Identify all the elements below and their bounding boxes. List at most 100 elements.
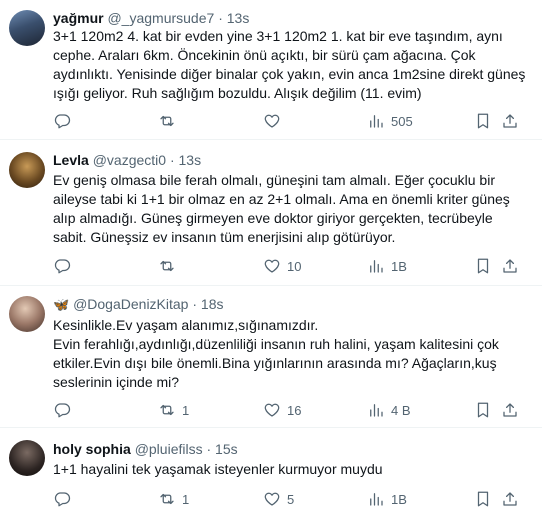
views-count: 4 B	[391, 402, 411, 418]
action-bar: 1 16 4 B	[53, 400, 525, 420]
like-button[interactable]	[263, 111, 287, 131]
tweet-line: 1+1 hayalini tek yaşamak isteyenler kurm…	[53, 461, 383, 477]
retweet-button[interactable]: 1	[158, 489, 189, 509]
reply-button[interactable]	[53, 111, 77, 131]
tweet[interactable]: 🦋 @DogaDenizKitap · 18s Kesinlikle.Ev ya…	[0, 286, 542, 428]
action-bar: 10 1B	[53, 256, 525, 276]
tweet-header: yağmur @_yagmursude7 · 13s	[53, 9, 249, 27]
tweet-text: 3+1 120m2 4. kat bir evden yine 3+1 120m…	[53, 27, 528, 103]
avatar[interactable]	[9, 152, 45, 188]
like-button[interactable]: 5	[263, 489, 294, 509]
separator: ·	[192, 296, 198, 312]
like-count: 10	[287, 258, 302, 274]
reply-button[interactable]	[53, 256, 77, 276]
views-count: 505	[391, 113, 413, 129]
like-count: 16	[287, 402, 302, 418]
views-icon	[370, 115, 383, 128]
share-icon	[503, 403, 517, 417]
timestamp[interactable]: 15s	[215, 441, 238, 457]
retweet-button[interactable]: 1	[158, 400, 189, 420]
retweet-button[interactable]	[158, 256, 182, 276]
action-bar: 1 5 1B	[53, 489, 525, 509]
tweet-line: ışığı geliyor. Ruh sağlığım bozuldu. Alı…	[53, 85, 422, 101]
views-button[interactable]: 4 B	[367, 400, 411, 420]
share-icon	[503, 259, 517, 273]
retweet-icon	[160, 493, 174, 505]
reply-icon	[54, 114, 71, 129]
butterfly-icon: 🦋	[53, 297, 70, 312]
retweet-button[interactable]	[158, 111, 182, 131]
views-button[interactable]: 1B	[367, 256, 407, 276]
heart-icon	[264, 259, 280, 273]
tweet-header: Levla @vazgecti0 · 13s	[53, 151, 201, 169]
share-button[interactable]	[501, 489, 519, 509]
tweet-header: holy sophia @pluiefilss · 15s	[53, 440, 238, 458]
tweet[interactable]: Levla @vazgecti0 · 13s Ev geniş olmasa b…	[0, 140, 542, 286]
avatar[interactable]	[9, 10, 45, 46]
reply-icon	[54, 403, 71, 418]
tweet-line: aydınlıktı. Yenisinde diğer binalar çok …	[53, 66, 526, 82]
tweet-text: Kesinlikle.Ev yaşam alanımız,sığınamızdı…	[53, 316, 528, 392]
retweet-count: 1	[182, 402, 190, 418]
share-button[interactable]	[501, 111, 519, 131]
separator: ·	[218, 10, 223, 26]
tweet-line: Ev geniş olmasa bile ferah olmalı, güneş…	[53, 172, 495, 188]
tweet-line: etkiler.Evin dışı bile önemli.Bina yığın…	[53, 355, 497, 371]
timestamp[interactable]: 13s	[179, 152, 202, 168]
author-name[interactable]: yağmur	[53, 10, 104, 26]
heart-icon	[264, 492, 280, 506]
tweet-line: Evin ferahlığı,aydınlığı,düzenliliği ins…	[53, 336, 499, 352]
bookmark-button[interactable]	[474, 489, 492, 509]
retweet-icon	[160, 115, 174, 127]
avatar[interactable]	[9, 296, 45, 332]
reply-button[interactable]	[53, 489, 77, 509]
author-handle[interactable]: @DogaDenizKitap	[73, 296, 188, 312]
reply-icon	[54, 492, 71, 507]
like-button[interactable]: 10	[263, 256, 301, 276]
reply-button[interactable]	[53, 400, 77, 420]
bookmark-button[interactable]	[474, 400, 492, 420]
tweet-line: sabit. Güneşsiz ev insanın tüm enerjisin…	[53, 229, 396, 245]
action-bar: 505	[53, 111, 525, 131]
like-button[interactable]: 16	[263, 400, 301, 420]
views-button[interactable]: 505	[367, 111, 413, 131]
views-button[interactable]: 1B	[367, 489, 407, 509]
heart-icon	[264, 403, 280, 417]
tweet-line: cephe. Araları 6km. Öncekinin önü açıktı…	[53, 47, 476, 63]
views-count: 1B	[391, 491, 407, 507]
views-icon	[370, 260, 383, 273]
tweet-line: Kesinlikle.Ev yaşam alanımız,sığınamızdı…	[53, 317, 319, 333]
retweet-count: 1	[182, 491, 190, 507]
separator: ·	[169, 152, 175, 168]
share-icon	[503, 492, 517, 506]
author-handle[interactable]: @_yagmursude7	[107, 10, 214, 26]
tweet-line: seslerinin içinde mi?	[53, 374, 180, 390]
tweet-line: aileyse tabi ki 1+1 bir olmaz en az 2+1 …	[53, 191, 510, 207]
author-handle[interactable]: @pluiefilss	[135, 441, 203, 457]
timestamp[interactable]: 13s	[227, 10, 250, 26]
tweet-line: alıp almadığı. Güneş girmeyen eve doktor…	[53, 210, 493, 226]
retweet-icon	[160, 404, 174, 416]
share-button[interactable]	[501, 256, 519, 276]
tweet-text: Ev geniş olmasa bile ferah olmalı, güneş…	[53, 171, 528, 247]
tweet[interactable]: holy sophia @pluiefilss · 15s 1+1 hayali…	[0, 428, 542, 512]
avatar[interactable]	[9, 440, 45, 476]
retweet-icon	[160, 260, 174, 272]
bookmark-button[interactable]	[474, 256, 492, 276]
reply-icon	[54, 259, 71, 274]
tweet-text: 1+1 hayalini tek yaşamak isteyenler kurm…	[53, 460, 528, 479]
bookmark-icon	[477, 491, 489, 507]
views-icon	[370, 493, 383, 506]
bookmark-icon	[477, 113, 489, 129]
tweet[interactable]: yağmur @_yagmursude7 · 13s 3+1 120m2 4. …	[0, 0, 542, 140]
timestamp[interactable]: 18s	[201, 296, 224, 312]
views-count: 1B	[391, 258, 407, 274]
author-name[interactable]: Levla	[53, 152, 89, 168]
tweet-line: 3+1 120m2 4. kat bir evden yine 3+1 120m…	[53, 28, 503, 44]
author-name[interactable]: holy sophia	[53, 441, 131, 457]
share-button[interactable]	[501, 400, 519, 420]
bookmark-icon	[477, 258, 489, 274]
author-handle[interactable]: @vazgecti0	[93, 152, 166, 168]
bookmark-button[interactable]	[474, 111, 492, 131]
share-icon	[503, 114, 517, 128]
